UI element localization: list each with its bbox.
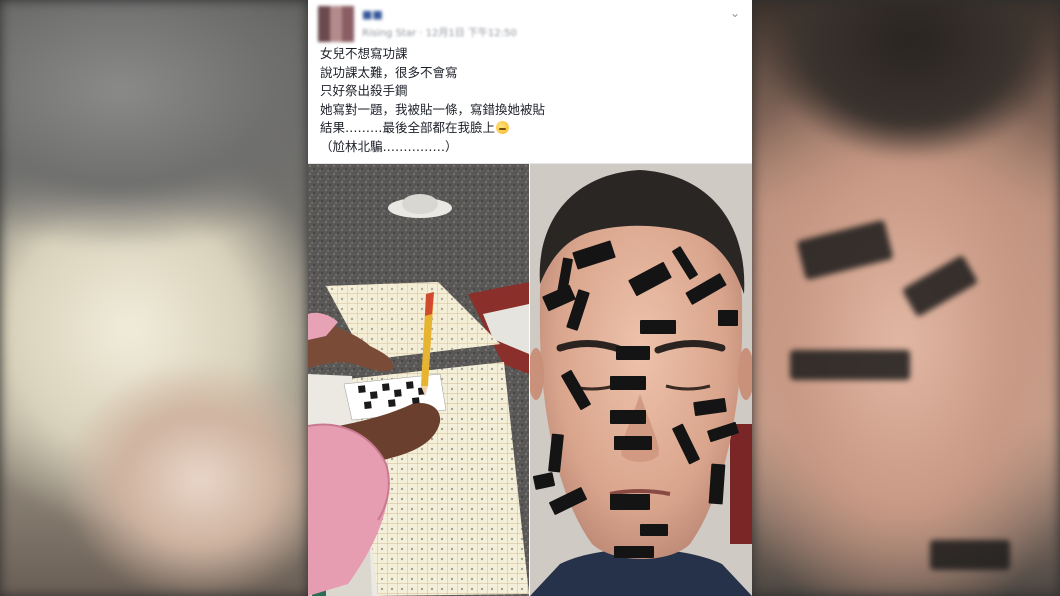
post-line: 結果………最後全部都在我臉上 bbox=[320, 120, 496, 135]
homework-photo[interactable] bbox=[308, 164, 529, 596]
expressionless-emoji-icon bbox=[496, 121, 510, 134]
homework-photo-illustration bbox=[308, 164, 529, 596]
taped-face-photo-illustration bbox=[530, 164, 752, 596]
post-text: 女兒不想寫功課 說功課太難，很多不會寫 只好祭出殺手鐧 她寫對一題，我被貼一條，… bbox=[320, 45, 740, 156]
blurred-tape-strip bbox=[790, 350, 910, 380]
post-line: （尬林北騙……………） bbox=[320, 138, 458, 154]
taped-face-photo[interactable] bbox=[530, 164, 752, 596]
post-line: 說功課太難，很多不會寫 bbox=[320, 64, 458, 80]
blurred-tape-strip bbox=[930, 540, 1010, 570]
post-header: ■■ Rising Star · 12月1日 下午12:50 ⌄ bbox=[308, 0, 752, 42]
avatar[interactable] bbox=[318, 6, 354, 42]
facebook-post: ■■ Rising Star · 12月1日 下午12:50 ⌄ 女兒不想寫功課… bbox=[308, 0, 752, 596]
post-line: 只好祭出殺手鐧 bbox=[320, 83, 408, 98]
author-name[interactable]: ■■ bbox=[362, 8, 383, 22]
blurred-background-left bbox=[0, 0, 308, 596]
post-line-with-emoji: 結果………最後全部都在我臉上 bbox=[320, 119, 740, 138]
post-line: 女兒不想寫功課 bbox=[320, 46, 408, 61]
post-meta: Rising Star · 12月1日 下午12:50 bbox=[362, 28, 517, 39]
chevron-down-icon[interactable]: ⌄ bbox=[728, 6, 742, 20]
post-line: 她寫對一題，我被貼一條，寫錯換她被貼 bbox=[320, 101, 546, 117]
